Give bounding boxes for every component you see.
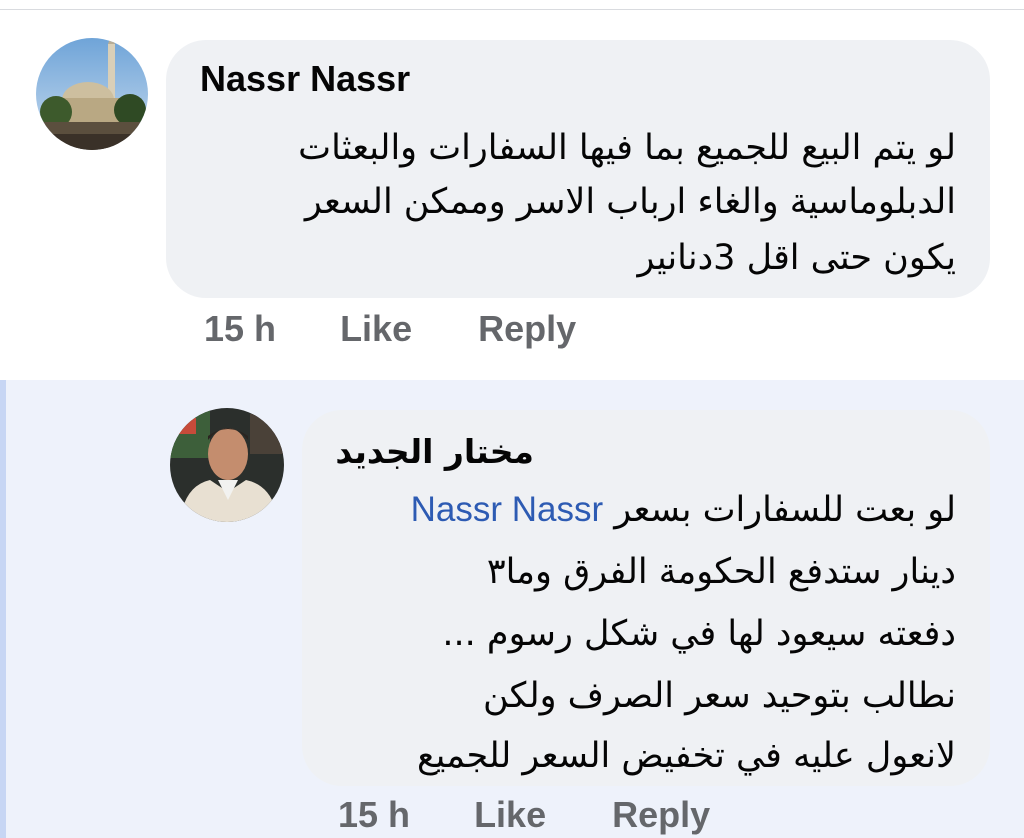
reply-text-line-2: دينار ستدفع الحكومة الفرق وما٣ <box>486 552 956 592</box>
comment-timestamp[interactable]: 15 h <box>204 308 276 350</box>
comment-text-line-1: لو يتم البيع للجميع بما فيها السفارات وا… <box>298 128 956 168</box>
man-photo-icon <box>170 408 284 522</box>
comment-text-line-2: الدبلوماسية والغاء ارباب الاسر وممكن الس… <box>304 182 956 222</box>
reply-author[interactable]: مختار الجديد <box>335 432 534 471</box>
comment-actions-1: 15 h Like Reply <box>204 308 576 350</box>
comment-actions-2: 15 h Like Reply <box>338 794 710 836</box>
reply-timestamp[interactable]: 15 h <box>338 794 410 836</box>
thread-indicator <box>0 380 6 838</box>
reply-text-line-1: لو بعت للسفارات بسعر Nassr Nassr <box>411 482 956 538</box>
mosque-photo-icon <box>36 38 148 150</box>
like-button[interactable]: Like <box>340 308 412 350</box>
comment-bubble-2: مختار الجديد لو بعت للسفارات بسعر Nassr … <box>302 410 990 786</box>
reply-button-2[interactable]: Reply <box>612 794 710 836</box>
comment-text-line-3: يكون حتى اقل 3دنانير <box>637 238 956 278</box>
avatar-nassr[interactable] <box>36 38 148 150</box>
reply-button[interactable]: Reply <box>478 308 576 350</box>
reply-text-line-4: نطالب بتوحيد سعر الصرف ولكن <box>483 676 956 716</box>
reply-text-line-3: دفعته سيعود لها في شكل رسوم ... <box>442 614 956 654</box>
reply-text-line-5: لانعول عليه في تخفيض السعر للجميع <box>417 736 956 776</box>
comment-author[interactable]: Nassr Nassr <box>200 58 410 100</box>
avatar-mukhtar[interactable] <box>170 408 284 522</box>
mention-link[interactable]: Nassr Nassr <box>411 490 604 529</box>
reply-text-start: لو بعت للسفارات بسعر <box>614 490 956 530</box>
comment-bubble-1: Nassr Nassr لو يتم البيع للجميع بما فيها… <box>166 40 990 298</box>
like-button-2[interactable]: Like <box>474 794 546 836</box>
top-divider <box>0 9 1024 10</box>
